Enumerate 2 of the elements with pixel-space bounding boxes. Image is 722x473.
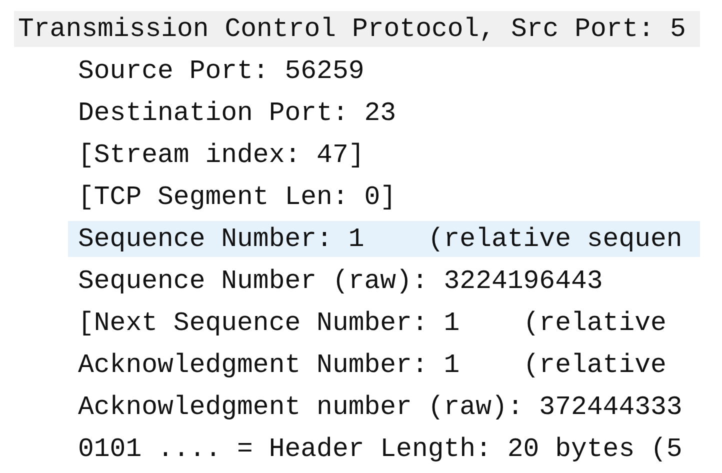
field-row[interactable]: Sequence Number: 1 (relative sequen (68, 221, 700, 257)
protocol-header-row[interactable]: Transmission Control Protocol, Src Port: 5 (14, 11, 700, 47)
